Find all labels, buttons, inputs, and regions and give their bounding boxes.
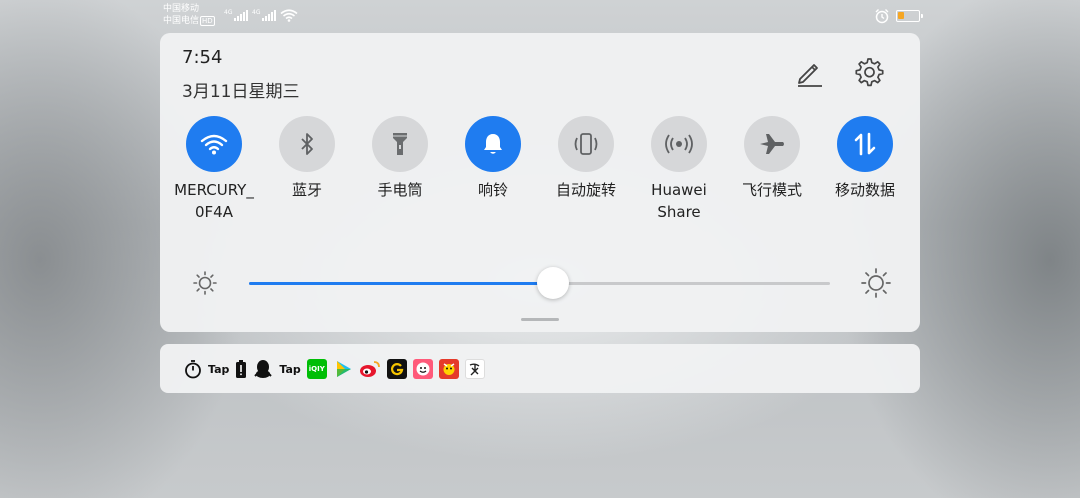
battery-icon — [896, 10, 923, 22]
mobile-data-icon — [854, 132, 876, 156]
tile-ring-label: 响铃 — [477, 181, 508, 199]
brightness-slider-thumb[interactable] — [536, 267, 569, 299]
pencil-edit-icon[interactable] — [792, 55, 826, 89]
qq-icon — [254, 360, 273, 378]
status-bar: 中国移动 中国电信 HD 4G 4G — [0, 0, 1080, 32]
hd-badge: HD — [200, 16, 215, 26]
bell-icon — [484, 134, 502, 154]
status-right — [874, 8, 923, 24]
battery-alert-icon — [236, 360, 247, 378]
carrier-info: 中国移动 中国电信 HD — [163, 3, 215, 27]
tile-bluetooth-label: 蓝牙 — [291, 181, 322, 199]
taptap-icon: Tap — [208, 362, 230, 376]
tile-huawei-share-label: Huawei Share — [651, 181, 707, 221]
airplane-toggle[interactable] — [744, 116, 800, 172]
auto-rotate-icon — [574, 133, 598, 155]
weibo-icon — [359, 361, 380, 377]
calligraphy-app-icon — [464, 359, 485, 379]
ring-toggle[interactable] — [465, 116, 521, 172]
stopwatch-icon — [185, 360, 201, 379]
brightness-low-icon — [193, 271, 217, 295]
tile-wifi-label: MERCURY_ 0F4A — [174, 181, 254, 221]
clock-time[interactable]: 7:54 — [182, 47, 222, 68]
tile-bluetooth[interactable]: 蓝牙 — [262, 116, 352, 201]
tile-auto-rotate-label: 自动旋转 — [555, 181, 616, 199]
taptap-icon: Tap — [279, 362, 301, 376]
news-face-icon — [443, 363, 455, 375]
g-app-icon — [386, 359, 407, 379]
brightness-high-icon — [861, 268, 891, 298]
meme-face-icon — [416, 362, 430, 376]
calligraphy-glyph-icon — [469, 363, 480, 376]
carrier-2: 中国电信 — [163, 16, 200, 26]
signal-1-icon: 4G — [224, 9, 248, 21]
date-text[interactable]: 3月11日星期三 — [182, 77, 299, 102]
tile-airplane[interactable]: 飞行模式 — [727, 116, 817, 201]
airplane-icon — [760, 134, 784, 154]
auto-rotate-toggle[interactable] — [558, 116, 614, 172]
battery-level — [898, 12, 904, 19]
brightness-slider[interactable] — [249, 267, 830, 299]
net-type-1: 4G — [224, 9, 233, 16]
wifi-icon — [200, 134, 228, 155]
alarm-clock-icon — [875, 9, 889, 24]
huawei-share-toggle[interactable] — [651, 116, 707, 172]
gear-icon[interactable] — [852, 55, 886, 89]
tile-flashlight-label: 手电筒 — [377, 181, 423, 199]
mobile-data-toggle[interactable] — [837, 116, 893, 172]
play-icon — [336, 361, 351, 377]
carrier-1: 中国移动 — [163, 4, 200, 14]
huawei-share-icon — [665, 134, 693, 154]
notification-row[interactable]: Tap Tap iQIY — [160, 344, 920, 393]
tile-wifi[interactable]: MERCURY_ 0F4A — [169, 116, 259, 223]
tile-airplane-label: 飞行模式 — [741, 181, 802, 199]
notification-app-icons: Tap Tap iQIY — [184, 359, 485, 379]
meme-app-icon — [412, 359, 433, 379]
bluetooth-toggle[interactable] — [279, 116, 335, 172]
news-app-icon — [438, 359, 459, 379]
tile-flashlight[interactable]: 手电筒 — [355, 116, 445, 201]
brightness-slider-fill — [249, 282, 553, 285]
flashlight-toggle[interactable] — [372, 116, 428, 172]
bluetooth-icon — [301, 133, 313, 155]
quick-settings-panel: 7:54 3月11日星期三 MERCURY_ 0F4A 蓝牙 手电筒 响铃 自动… — [160, 33, 920, 332]
flashlight-icon — [393, 133, 407, 155]
tile-huawei-share[interactable]: Huawei Share — [634, 116, 724, 223]
tile-auto-rotate[interactable]: 自动旋转 — [541, 116, 631, 201]
signal-2-icon: 4G — [252, 9, 276, 21]
tile-ring[interactable]: 响铃 — [448, 116, 538, 201]
wifi-status-icon — [280, 9, 298, 22]
wifi-toggle[interactable] — [186, 116, 242, 172]
expand-handle[interactable] — [521, 318, 559, 321]
tile-mobile-data-label: 移动数据 — [834, 181, 895, 199]
net-type-2: 4G — [252, 9, 261, 16]
tile-mobile-data[interactable]: 移动数据 — [820, 116, 910, 201]
iqiyi-icon: iQIY — [306, 359, 327, 379]
g-app-glyph-icon — [390, 363, 404, 376]
